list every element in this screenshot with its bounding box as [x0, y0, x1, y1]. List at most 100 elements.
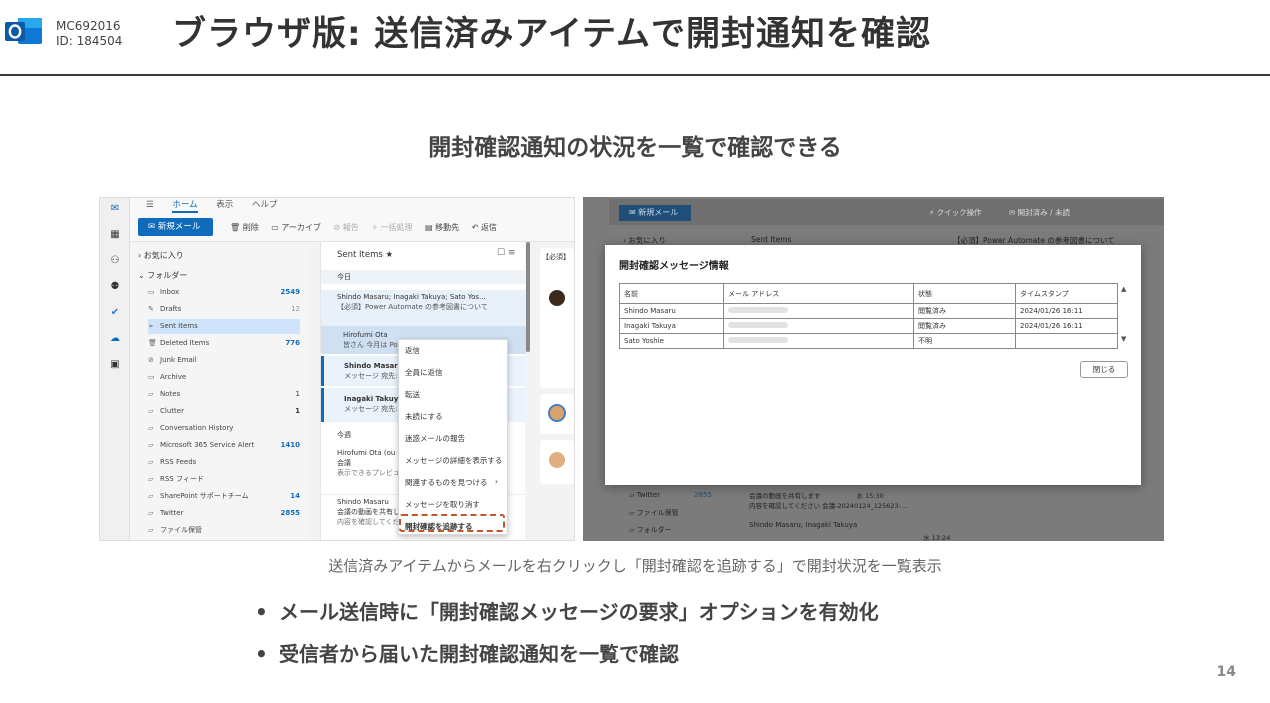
- scroll-down-icon[interactable]: ▼: [1121, 335, 1126, 343]
- folder-item[interactable]: ▭ Inbox 2549: [148, 285, 300, 300]
- col-timestamp[interactable]: タイムスタンプ: [1015, 283, 1118, 304]
- folder-item[interactable]: 🗑 Deleted Items 776: [148, 336, 300, 351]
- scroll-up-icon[interactable]: ▲: [1121, 285, 1126, 293]
- folder-item[interactable]: ▱ Twitter 2855: [148, 506, 300, 521]
- drafts-icon: ✎: [148, 305, 154, 313]
- page-number: 14: [1216, 664, 1236, 680]
- col-status[interactable]: 状態: [913, 283, 1016, 304]
- ribbon: ☰ ホーム 表示 ヘルプ ✉ 新規メール 🗑 削除 ▭ アーカイブ ⊘ 報告 ✧…: [130, 198, 574, 242]
- filter-icon[interactable]: ☐ ≡: [497, 248, 515, 258]
- list-title: Sent Items ★: [337, 250, 394, 260]
- menu-item-message-details[interactable]: メッセージの詳細を表示する: [405, 455, 502, 466]
- tab-help[interactable]: ヘルプ: [252, 200, 278, 210]
- folder-item[interactable]: ▱ ファイル保管: [629, 508, 679, 518]
- list-title: Sent Items: [751, 235, 792, 244]
- folder-item[interactable]: ▱ SharePoint サポートチーム 14: [148, 489, 300, 504]
- avatar: [548, 404, 566, 422]
- mail-icon[interactable]: ✉: [109, 204, 121, 214]
- folder-item[interactable]: ▱ Twitter 2855: [629, 491, 712, 499]
- id-label: ID: 184504: [56, 34, 123, 48]
- reading-card: [540, 394, 574, 434]
- highlight-box: [399, 514, 505, 532]
- folder-item[interactable]: ⊘ Junk Email: [148, 353, 300, 368]
- folder-item[interactable]: ▱ RSS フィード: [148, 472, 300, 487]
- receipt-table: 名前 メール アドレス 状態 タイムスタンプ Shindo Masaru 閲覧済…: [619, 283, 1118, 349]
- menu-item-forward[interactable]: 転送: [405, 389, 420, 400]
- todo-icon[interactable]: ✔: [109, 308, 121, 318]
- move-button[interactable]: ▤ 移動先: [425, 223, 459, 232]
- table-row[interactable]: Sato Yoshie 不明: [619, 333, 1118, 349]
- folder-item[interactable]: ▱ フォルダー: [629, 525, 672, 535]
- folder-icon: ▱: [148, 475, 154, 483]
- blurred-email: [723, 333, 914, 349]
- context-menu: 返信 全員に返信 転送 未読にする 迷惑メールの報告 メッセージの詳細を表示する…: [398, 339, 508, 535]
- scrollbar[interactable]: [526, 242, 530, 352]
- folder-item[interactable]: ▱ ファイル保管: [148, 523, 300, 538]
- menu-item-mark-unread[interactable]: 未読にする: [405, 411, 443, 422]
- table-row[interactable]: Shindo Masaru 閲覧済み 2024/01/26 16:11: [619, 303, 1118, 319]
- delete-button[interactable]: 🗑 削除: [230, 223, 259, 232]
- reply-button[interactable]: ↶ 返信: [472, 223, 497, 232]
- list-item[interactable]: 会議の動画を共有します水 15:30: [749, 490, 884, 500]
- favorites-header[interactable]: › お気に入り: [138, 250, 184, 261]
- blurred-email: [723, 303, 914, 319]
- avatar: [549, 290, 565, 306]
- folder-icon: ▱: [148, 407, 154, 415]
- new-mail-button[interactable]: ✉ 新規メール: [138, 218, 213, 236]
- star-icon[interactable]: ★: [386, 250, 394, 260]
- ribbon-tabs: ☰ ホーム 表示 ヘルプ: [146, 198, 294, 213]
- menu-item-report-junk[interactable]: 迷惑メールの報告: [405, 433, 465, 444]
- avatar: [549, 452, 565, 468]
- app-rail: ✉ ▦ ⚇ ⚉ ✔ ☁ ▣: [100, 198, 130, 540]
- col-email[interactable]: メール アドレス: [723, 283, 914, 304]
- onedrive-icon[interactable]: ☁: [109, 334, 121, 344]
- folder-item[interactable]: ▱ Clutter 1: [148, 404, 300, 419]
- col-name[interactable]: 名前: [619, 283, 724, 304]
- sweep-button[interactable]: ✧ 一括処理: [371, 223, 412, 232]
- blurred-email: [723, 318, 914, 334]
- menu-item-reply[interactable]: 返信: [405, 345, 420, 356]
- folder-icon: ▱: [148, 509, 154, 517]
- quick-steps-button[interactable]: ⚡ クイック操作: [929, 207, 982, 218]
- folder-item[interactable]: ▱ RSS Feeds: [148, 455, 300, 470]
- read-receipt-dialog: 開封確認メッセージ情報 名前 メール アドレス 状態 タイムスタンプ Shind…: [605, 245, 1141, 485]
- archive-button[interactable]: ▭ アーカイブ: [271, 223, 321, 232]
- folder-icon: ▱: [148, 390, 154, 398]
- folder-item[interactable]: ✎ Drafts 12: [148, 302, 300, 317]
- slide: MC692016 ID: 184504 ブラウザ版: 送信済みアイテムで開封通知…: [0, 0, 1270, 703]
- report-button[interactable]: ⊘ 報告: [333, 223, 358, 232]
- groups-icon[interactable]: ⚉: [109, 282, 121, 292]
- chevron-right-icon: ›: [495, 477, 498, 486]
- new-mail-button[interactable]: ✉ 新規メール: [619, 205, 691, 221]
- apps-icon[interactable]: ▣: [109, 360, 121, 370]
- list-item[interactable]: Shindo Masaru; Inagaki Takuya; Sato Yos.…: [321, 290, 526, 326]
- menu-item-reply-all[interactable]: 全員に返信: [405, 367, 443, 378]
- folder-item[interactable]: ▱ Notes 1: [148, 387, 300, 402]
- tab-view[interactable]: 表示: [216, 200, 233, 210]
- table-row[interactable]: Inagaki Takuya 閲覧済み 2024/01/26 16:11: [619, 318, 1118, 334]
- mc-code: MC692016: [56, 19, 121, 33]
- reading-card: [540, 440, 574, 484]
- menu-item-find-related[interactable]: 関連するものを見つける: [405, 477, 488, 488]
- folder-item[interactable]: ▱ Microsoft 365 Service Alert 1410: [148, 438, 300, 453]
- menu-icon[interactable]: ☰: [146, 200, 154, 210]
- folder-icon: ▱: [148, 526, 154, 534]
- folders-header[interactable]: ⌄ フォルダー: [138, 270, 187, 281]
- folder-item[interactable]: ▭ Archive: [148, 370, 300, 385]
- calendar-icon[interactable]: ▦: [109, 230, 121, 240]
- people-icon[interactable]: ⚇: [109, 256, 121, 266]
- bullet-item: • 受信者から届いた開封確認通知を一覧で確認: [255, 642, 679, 666]
- tab-home[interactable]: ホーム: [172, 200, 198, 213]
- table-header: 名前 メール アドレス 状態 タイムスタンプ: [619, 283, 1118, 304]
- send-icon: ➢: [148, 322, 154, 330]
- inbox-icon: ▭: [148, 288, 155, 296]
- folder-item-selected[interactable]: ➢ Sent Items: [148, 319, 300, 334]
- outlook-logo: [5, 18, 42, 44]
- read-unread-button[interactable]: ✉ 開封済み / 未読: [1009, 207, 1070, 218]
- group-today: 今日: [321, 270, 526, 284]
- close-button[interactable]: 閉じる: [1080, 361, 1128, 378]
- bullet-item: • メール送信時に「開封確認メッセージの要求」オプションを有効化: [255, 600, 879, 624]
- folder-item[interactable]: ▱ Conversation History: [148, 421, 300, 436]
- menu-item-recall[interactable]: メッセージを取り消す: [405, 499, 480, 510]
- list-item[interactable]: Shindo Masaru; Inagaki Takuya: [749, 521, 857, 529]
